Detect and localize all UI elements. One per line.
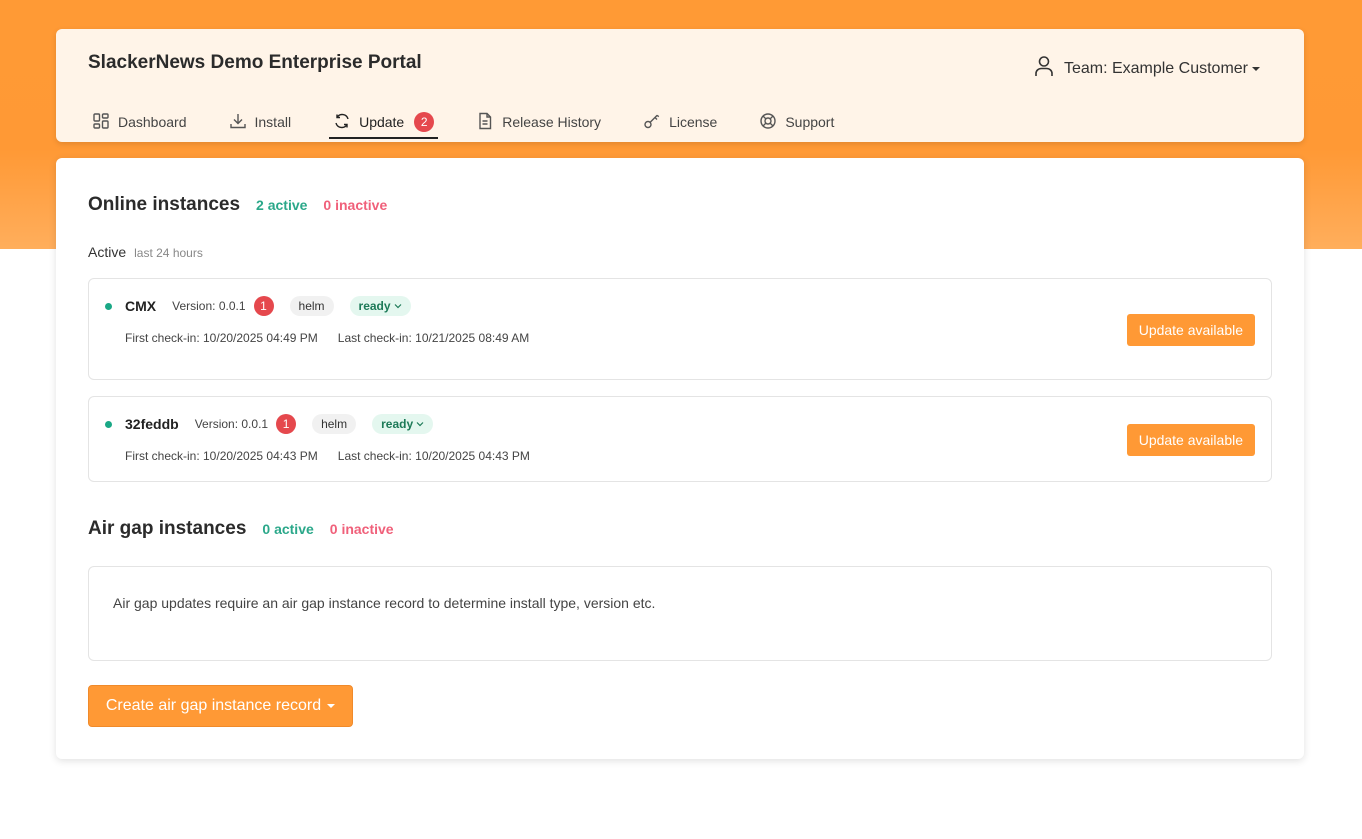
team-selector[interactable]: Team: Example Customer: [1034, 55, 1260, 82]
instance-name: CMX: [125, 298, 157, 314]
tab-label: License: [669, 114, 718, 130]
first-checkin: First check-in: 10/20/2025 04:43 PM: [125, 449, 318, 463]
tab-label: Install: [254, 114, 292, 130]
active-count: 0 active: [262, 521, 314, 537]
first-checkin: First check-in: 10/20/2025 04:49 PM: [125, 331, 318, 345]
instance-version: Version: 0.0.1: [194, 417, 269, 431]
tab-update[interactable]: Update 2: [329, 105, 439, 139]
document-icon: [476, 112, 494, 133]
last-checkin: Last check-in: 10/21/2025 08:49 AM: [337, 331, 530, 345]
status-dropdown[interactable]: ready: [372, 414, 434, 434]
status-dot: [105, 420, 112, 428]
online-instances-heading: Online instances 2 active 0 inactive: [88, 194, 387, 216]
tab-label: Dashboard: [118, 114, 187, 130]
tab-label: Support: [785, 114, 835, 130]
team-label: Team: Example Customer: [1063, 59, 1248, 77]
section-title: Online instances: [88, 194, 241, 215]
user-icon: [1034, 55, 1054, 82]
status-dot: [105, 302, 112, 310]
tab-dashboard[interactable]: Dashboard: [88, 105, 191, 139]
active-sublabel: last 24 hours: [134, 246, 203, 260]
download-icon: [229, 112, 247, 133]
active-label: Active: [88, 244, 127, 260]
update-available-button[interactable]: Update available: [1126, 314, 1255, 346]
airgap-instances-heading: Air gap instances 0 active 0 inactive: [88, 518, 394, 540]
instance-summary: CMX Version: 0.0.1 1 helm ready: [105, 296, 411, 316]
portal-header: SlackerNews Demo Enterprise Portal Team:…: [56, 29, 1304, 142]
status-dropdown[interactable]: ready: [349, 296, 411, 316]
tab-install[interactable]: Install: [225, 105, 296, 139]
checkin-info: First check-in: 10/20/2025 04:49 PM Last…: [125, 331, 529, 345]
install-type-pill: helm: [312, 414, 357, 434]
checkin-info: First check-in: 10/20/2025 04:43 PM Last…: [125, 449, 530, 463]
tab-support[interactable]: Support: [755, 105, 838, 139]
instance-version: Version: 0.0.1: [172, 299, 246, 313]
last-checkin: Last check-in: 10/20/2025 04:43 PM: [337, 449, 530, 463]
update-count-badge: 1: [276, 414, 297, 434]
update-count-badge: 2: [414, 112, 435, 132]
inactive-count: 0 inactive: [323, 197, 388, 213]
tab-label: Release History: [502, 114, 602, 130]
instance-name: 32feddb: [125, 416, 179, 432]
update-count-badge: 1: [253, 296, 274, 316]
install-type-pill: helm: [289, 296, 334, 316]
dashboard-icon: [92, 112, 110, 133]
instance-card: CMX Version: 0.0.1 1 helm ready First ch…: [88, 278, 1272, 380]
instance-card: 32feddb Version: 0.0.1 1 helm ready Firs…: [88, 396, 1272, 482]
refresh-icon: [333, 112, 351, 133]
status-label: ready: [358, 299, 391, 313]
tab-license[interactable]: License: [639, 105, 721, 139]
chevron-down-icon: [394, 304, 401, 309]
lifebuoy-icon: [759, 112, 777, 133]
status-label: ready: [381, 417, 414, 431]
airgap-info-box: Air gap updates require an air gap insta…: [88, 566, 1272, 661]
button-label: Create air gap instance record: [105, 697, 322, 714]
inactive-count: 0 inactive: [329, 521, 394, 537]
airgap-message: Air gap updates require an air gap insta…: [113, 595, 656, 611]
portal-title: SlackerNews Demo Enterprise Portal: [88, 52, 422, 73]
instance-summary: 32feddb Version: 0.0.1 1 helm ready: [105, 414, 434, 434]
key-icon: [643, 112, 661, 133]
main-nav: Dashboard Install Update 2 Release Histo…: [88, 105, 872, 141]
instances-panel: Online instances 2 active 0 inactive Act…: [56, 158, 1304, 759]
create-airgap-record-button[interactable]: Create air gap instance record: [88, 685, 353, 727]
update-available-button[interactable]: Update available: [1126, 424, 1255, 456]
chevron-down-icon: [327, 704, 336, 708]
active-group-label: Active last 24 hours: [88, 244, 203, 260]
chevron-down-icon: [1252, 67, 1260, 71]
active-count: 2 active: [256, 197, 308, 213]
tab-label: Update: [359, 114, 405, 130]
tab-release-history[interactable]: Release History: [472, 105, 605, 139]
chevron-down-icon: [416, 422, 424, 427]
section-title: Air gap instances: [88, 518, 247, 539]
